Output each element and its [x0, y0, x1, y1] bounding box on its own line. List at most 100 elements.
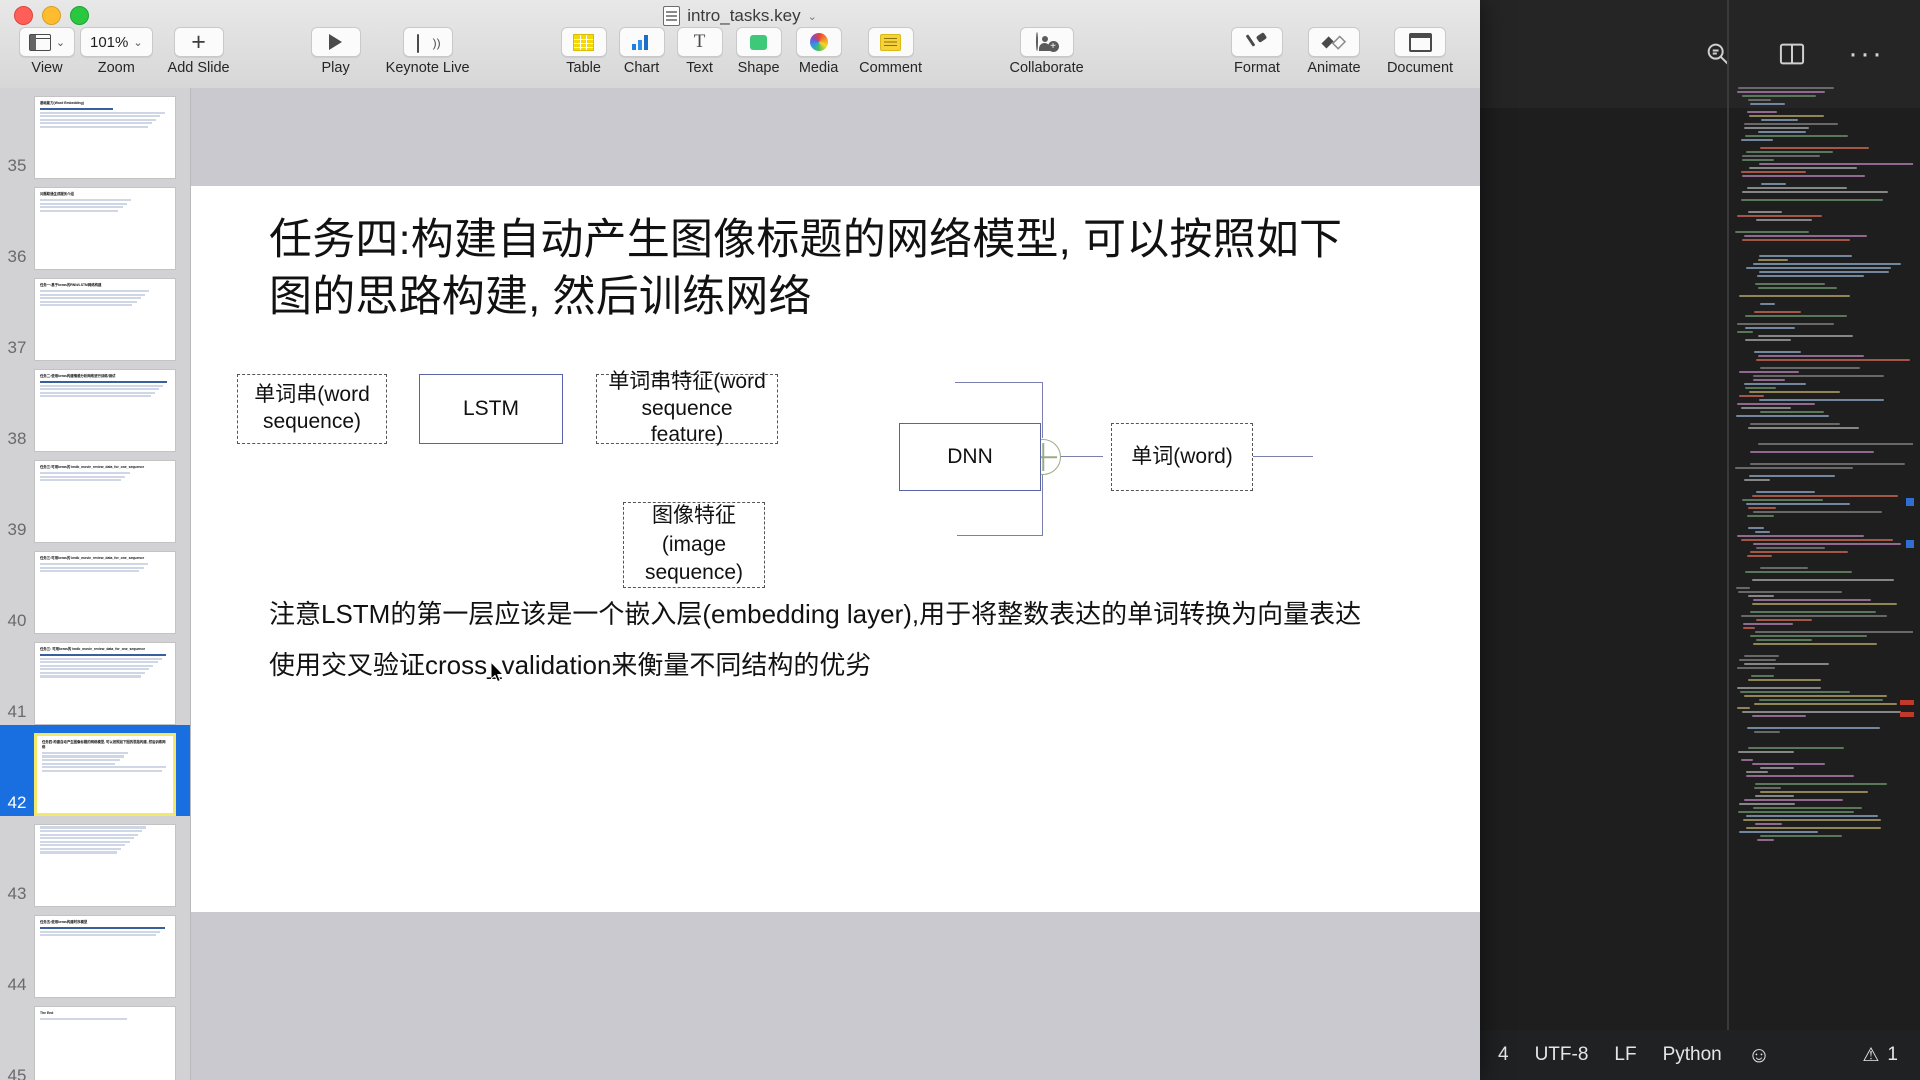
navigator-slide-43[interactable]: 43: [0, 816, 190, 907]
navigator-slide-36[interactable]: 36 问题联通生成服务介绍: [0, 179, 190, 270]
toolbar-media-button[interactable]: [795, 27, 842, 57]
navigator-slide-thumbnail[interactable]: [34, 824, 176, 907]
toolbar-comment-button[interactable]: [867, 27, 914, 57]
node-word-output[interactable]: 单词(word): [1111, 423, 1253, 491]
toolbar-text-button[interactable]: T: [676, 27, 723, 57]
thumbnail-text-line: [40, 471, 130, 475]
navigator-slide-42[interactable]: 42 任务四:构建自动产生图像标题的网络模型, 可以按照如下图的思路构建, 然后训…: [0, 725, 190, 816]
minimap-line: [1752, 263, 1901, 265]
minimap-line: [1743, 123, 1838, 125]
navigator-slide-39[interactable]: 39 任务三:可用keras的 imdb_movie_review_data_fo…: [0, 452, 190, 543]
toolbar-chart[interactable]: Chart: [613, 24, 671, 76]
slide-title[interactable]: 任务四:构建自动产生图像标题的网络模型, 可以按照如下图的思路构建, 然后训练网…: [269, 212, 1359, 326]
navigator-slide-thumbnail[interactable]: 问题联通生成服务介绍: [34, 187, 176, 270]
toolbar-add-slide[interactable]: + Add Slide: [153, 24, 245, 76]
minimap-line: [1752, 643, 1877, 645]
minimap-line: [1754, 783, 1888, 785]
search-code-icon[interactable]: [1698, 34, 1738, 74]
node-dnn[interactable]: DNN: [899, 423, 1041, 491]
toolbar-text[interactable]: T Text: [671, 24, 729, 76]
more-actions-icon[interactable]: ···: [1846, 34, 1886, 74]
navigator-slide-thumbnail[interactable]: 任务三:可用keras的 imdb_movie_review_data_for_…: [34, 551, 176, 634]
minimap-line: [1750, 675, 1775, 677]
minimap-line: [1754, 731, 1781, 733]
minimap-line: [1756, 639, 1813, 641]
code-minimap[interactable]: [1735, 85, 1913, 845]
navigator-slide-35[interactable]: 35 基础能力(Word Embedding): [0, 88, 190, 179]
toolbar-play-button[interactable]: [310, 27, 361, 57]
navigator-slide-thumbnail[interactable]: 任务二:使用keras构建情感分析网络进行训练/测试: [34, 369, 176, 452]
toolbar-format[interactable]: Format: [1220, 24, 1294, 76]
toolbar-view[interactable]: ⌄ View: [14, 24, 80, 76]
toolbar-document-label: Document: [1386, 60, 1454, 76]
thumbnail-title: The End: [40, 1011, 54, 1015]
minimap-line: [1749, 451, 1875, 453]
navigator-slide-thumbnail[interactable]: The End: [34, 1006, 176, 1080]
toolbar-collaborate-button[interactable]: +: [1019, 27, 1074, 57]
node-word-sequence-feature[interactable]: 单词串特征(word sequence feature): [596, 370, 778, 446]
node-word-sequence-label: 单词串(word sequence): [254, 383, 370, 433]
toolbar-media[interactable]: Media: [789, 24, 849, 76]
navigator-slide-thumbnail[interactable]: 基础能力(Word Embedding): [34, 96, 176, 179]
toolbar-document[interactable]: Document: [1374, 24, 1466, 76]
current-slide[interactable]: 任务四:构建自动产生图像标题的网络模型, 可以按照如下图的思路构建, 然后训练网…: [191, 186, 1480, 912]
navigator-slide-37[interactable]: 37 任务一:基于keras的RNN/LSTM网络构建: [0, 270, 190, 361]
minimap-line: [1756, 275, 1864, 277]
document-title-chevron-icon[interactable]: ⌄: [808, 10, 817, 23]
navigator-slide-thumbnail[interactable]: 任务五:使用keras构建时序模型: [34, 915, 176, 998]
toolbar-collaborate[interactable]: + Collaborate: [991, 24, 1103, 76]
toolbar-animate-button[interactable]: [1308, 27, 1360, 57]
minimap-line: [1747, 99, 1772, 101]
minimap-line: [1759, 399, 1885, 401]
navigator-slide-41[interactable]: 41 任务三: 可用keras的 imdb_movie_review_data_f…: [0, 634, 190, 725]
split-editor-icon[interactable]: [1772, 34, 1812, 74]
toolbar-table-button[interactable]: [560, 27, 607, 57]
minimap-line: [1746, 555, 1773, 557]
toolbar-shape[interactable]: Shape: [729, 24, 789, 76]
toolbar-add-slide-button[interactable]: +: [173, 27, 224, 57]
status-encoding[interactable]: UTF-8: [1535, 1044, 1589, 1066]
navigator-slide-thumbnail[interactable]: 任务三:可用keras的 imdb_movie_review_data_for_…: [34, 460, 176, 543]
animate-icon: [1321, 34, 1347, 50]
node-word-sequence[interactable]: 单词串(word sequence): [237, 374, 387, 444]
minimap-line: [1755, 531, 1770, 533]
node-lstm[interactable]: LSTM: [419, 374, 563, 444]
navigator-slide-number: 43: [7, 884, 27, 903]
navigator-slide-40[interactable]: 40 任务三:可用keras的 imdb_movie_review_data_fo…: [0, 543, 190, 634]
navigator-slide-thumbnail[interactable]: 任务三: 可用keras的 imdb_movie_review_data_for…: [34, 642, 176, 725]
toolbar-zoom-button[interactable]: 101% ⌄: [80, 27, 153, 57]
toolbar-play[interactable]: Play: [305, 24, 367, 76]
toolbar-chart-button[interactable]: [618, 27, 665, 57]
navigator-slide-thumbnail[interactable]: 任务一:基于keras的RNN/LSTM网络构建: [34, 278, 176, 361]
zoom-level-value: 101%: [90, 33, 129, 51]
status-eol[interactable]: LF: [1614, 1044, 1636, 1066]
node-image-feature[interactable]: 图像特征 (image sequence): [623, 502, 765, 588]
status-language[interactable]: Python: [1663, 1044, 1722, 1066]
slide-body-text[interactable]: 注意LSTM的第一层应该是一个嵌入层(embedding layer),用于将整…: [269, 596, 1389, 684]
minimap-line: [1754, 351, 1801, 353]
minimap-line: [1745, 771, 1769, 773]
toolbar-document-button[interactable]: [1394, 27, 1446, 57]
toolbar-view-button[interactable]: ⌄: [18, 27, 76, 57]
slide-navigator[interactable]: 35 基础能力(Word Embedding) 36 问题联通生成服务介绍 37 任务一:…: [0, 88, 191, 1080]
toolbar-table[interactable]: Table: [555, 24, 613, 76]
status-warnings[interactable]: ⚠ 1: [1862, 1044, 1898, 1067]
feedback-smiley-icon[interactable]: ☺: [1748, 1042, 1770, 1068]
thumbnail-text-line: [40, 289, 150, 293]
toolbar-comment[interactable]: Comment: [849, 24, 933, 76]
navigator-slide-45[interactable]: 45 The End: [0, 998, 190, 1080]
navigator-slide-number: 36: [7, 247, 27, 266]
navigator-slide-thumbnail[interactable]: 任务四:构建自动产生图像标题的网络模型, 可以按照如下图的思路构建, 然后训练网…: [34, 733, 176, 816]
toolbar-format-button[interactable]: [1231, 27, 1283, 57]
toolbar-animate[interactable]: Animate: [1294, 24, 1374, 76]
toolbar-keynote-live[interactable]: )) Keynote Live: [367, 24, 489, 76]
toolbar-keynote-live-button[interactable]: )): [402, 27, 453, 57]
thumbnail-text-line: [42, 762, 116, 765]
minimap-line: [1747, 727, 1880, 729]
toolbar-zoom[interactable]: 101% ⌄ Zoom: [80, 24, 153, 76]
navigator-slide-44[interactable]: 44 任务五:使用keras构建时序模型: [0, 907, 190, 998]
status-column[interactable]: 4: [1498, 1044, 1509, 1066]
toolbar-shape-button[interactable]: [735, 27, 782, 57]
minimap-line: [1756, 839, 1774, 841]
navigator-slide-38[interactable]: 38 任务二:使用keras构建情感分析网络进行训练/测试: [0, 361, 190, 452]
